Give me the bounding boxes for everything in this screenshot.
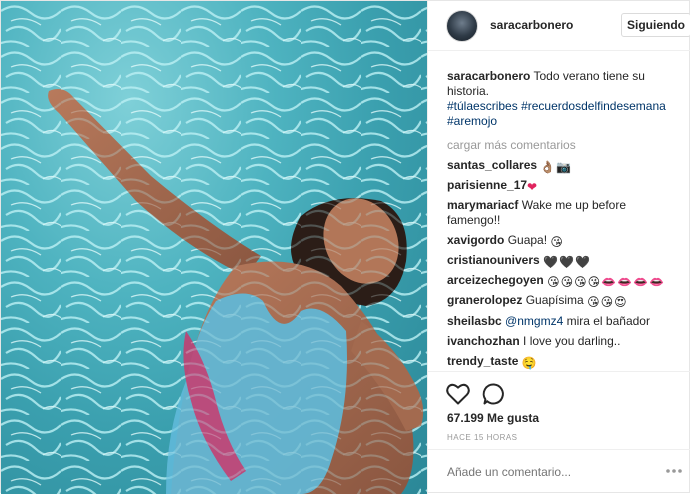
- hashtag-link[interactable]: #recuerdosdelfindesemana: [521, 99, 666, 113]
- comment-text: I love you darling..: [523, 334, 621, 348]
- post-sidebar: saracarbonero Siguiendo saracarbonero To…: [427, 1, 690, 494]
- kiss-face-icon: 😘: [560, 275, 574, 289]
- kiss-face-icon: 😘: [600, 295, 614, 309]
- more-options-icon[interactable]: [664, 464, 684, 478]
- comment-username[interactable]: granerolopez: [447, 293, 522, 307]
- likes-count[interactable]: 67.199 Me gusta: [447, 411, 539, 425]
- comment-item: granerolopez Guapísima 😘😘😍: [447, 293, 679, 310]
- comment-item: santas_collares 👌🏽📷: [447, 158, 679, 175]
- load-more-comments-link[interactable]: cargar más comentarios: [447, 138, 576, 152]
- comment-username[interactable]: trendy_taste: [447, 354, 518, 368]
- hashtag-link[interactable]: #aremojo: [447, 114, 497, 128]
- kiss-face-icon: 😘: [547, 275, 560, 289]
- drooling-face-icon: 🤤: [521, 356, 537, 370]
- comment-text: mira el bañador: [566, 314, 650, 328]
- comment-item: xavigordo Guapa! 😘: [447, 233, 679, 250]
- post-caption: saracarbonero Todo verano tiene su histo…: [447, 69, 679, 129]
- comment-username[interactable]: arceizechegoyen: [447, 273, 544, 287]
- comment-username[interactable]: marymariacf: [447, 198, 518, 212]
- kiss-face-icon: 😘: [574, 275, 587, 289]
- post-photo[interactable]: [1, 1, 427, 494]
- lips-icon: 👄: [633, 275, 648, 289]
- heart-icon[interactable]: [446, 383, 470, 405]
- kiss-face-icon: 😘: [587, 275, 601, 289]
- comment-item: parisienne_17❤: [447, 178, 679, 195]
- comment-bubble-icon[interactable]: [482, 382, 506, 406]
- kiss-face-icon: 😘: [587, 295, 600, 309]
- mention-link[interactable]: @nmgmz4: [505, 314, 563, 328]
- caption-username[interactable]: saracarbonero: [447, 69, 530, 83]
- ok-hand-icon: 👌🏽: [540, 160, 556, 174]
- kiss-face-icon: 😘: [550, 235, 563, 249]
- comment-username[interactable]: xavigordo: [447, 233, 504, 247]
- comment-item: arceizechegoyen 😘😘😘😘👄👄👄👄: [447, 273, 679, 290]
- comment-item: cristianounivers 🖤🖤🖤: [447, 253, 679, 270]
- add-comment-row: [428, 449, 690, 494]
- comment-username[interactable]: ivanchozhan: [447, 334, 520, 348]
- red-heart-icon: ❤: [527, 180, 538, 194]
- avatar[interactable]: [446, 10, 478, 42]
- comment-username[interactable]: cristianounivers: [447, 253, 540, 267]
- instagram-post: saracarbonero Siguiendo saracarbonero To…: [0, 0, 690, 494]
- post-timestamp[interactable]: HACE 15 HORAS: [447, 433, 518, 442]
- comment-username[interactable]: santas_collares: [447, 158, 537, 172]
- lips-icon: 👄: [601, 275, 617, 289]
- add-comment-input[interactable]: [447, 465, 647, 479]
- black-heart-icon: 🖤: [559, 255, 574, 269]
- comment-item: ivanchozhan I love you darling..: [447, 334, 679, 349]
- hashtag-link[interactable]: #túlaescribes: [447, 99, 518, 113]
- following-button[interactable]: Siguiendo: [621, 13, 690, 37]
- lips-icon: 👄: [648, 275, 664, 289]
- comment-username[interactable]: sheilasbc: [447, 314, 502, 328]
- heart-eyes-icon: 😍: [614, 295, 627, 309]
- header-username[interactable]: saracarbonero: [490, 18, 573, 32]
- comment-text: Guapa!: [507, 233, 548, 247]
- comment-item: marymariacf Wake me up before famengo!!: [447, 198, 679, 228]
- lips-icon: 👄: [617, 275, 633, 289]
- comment-item: trendy_taste 🤤: [447, 354, 679, 371]
- black-heart-icon: 🖤: [574, 255, 590, 269]
- comment-item: sheilasbc @nmgmz4 mira el bañador: [447, 314, 679, 329]
- comment-username[interactable]: parisienne_17: [447, 178, 527, 192]
- post-header: saracarbonero Siguiendo: [428, 1, 690, 51]
- pool-photo-illustration: [1, 1, 427, 494]
- camera-icon: 📷: [556, 160, 572, 174]
- black-heart-icon: 🖤: [543, 255, 558, 269]
- actions-divider: [428, 371, 690, 372]
- comment-text: Guapísima: [525, 293, 584, 307]
